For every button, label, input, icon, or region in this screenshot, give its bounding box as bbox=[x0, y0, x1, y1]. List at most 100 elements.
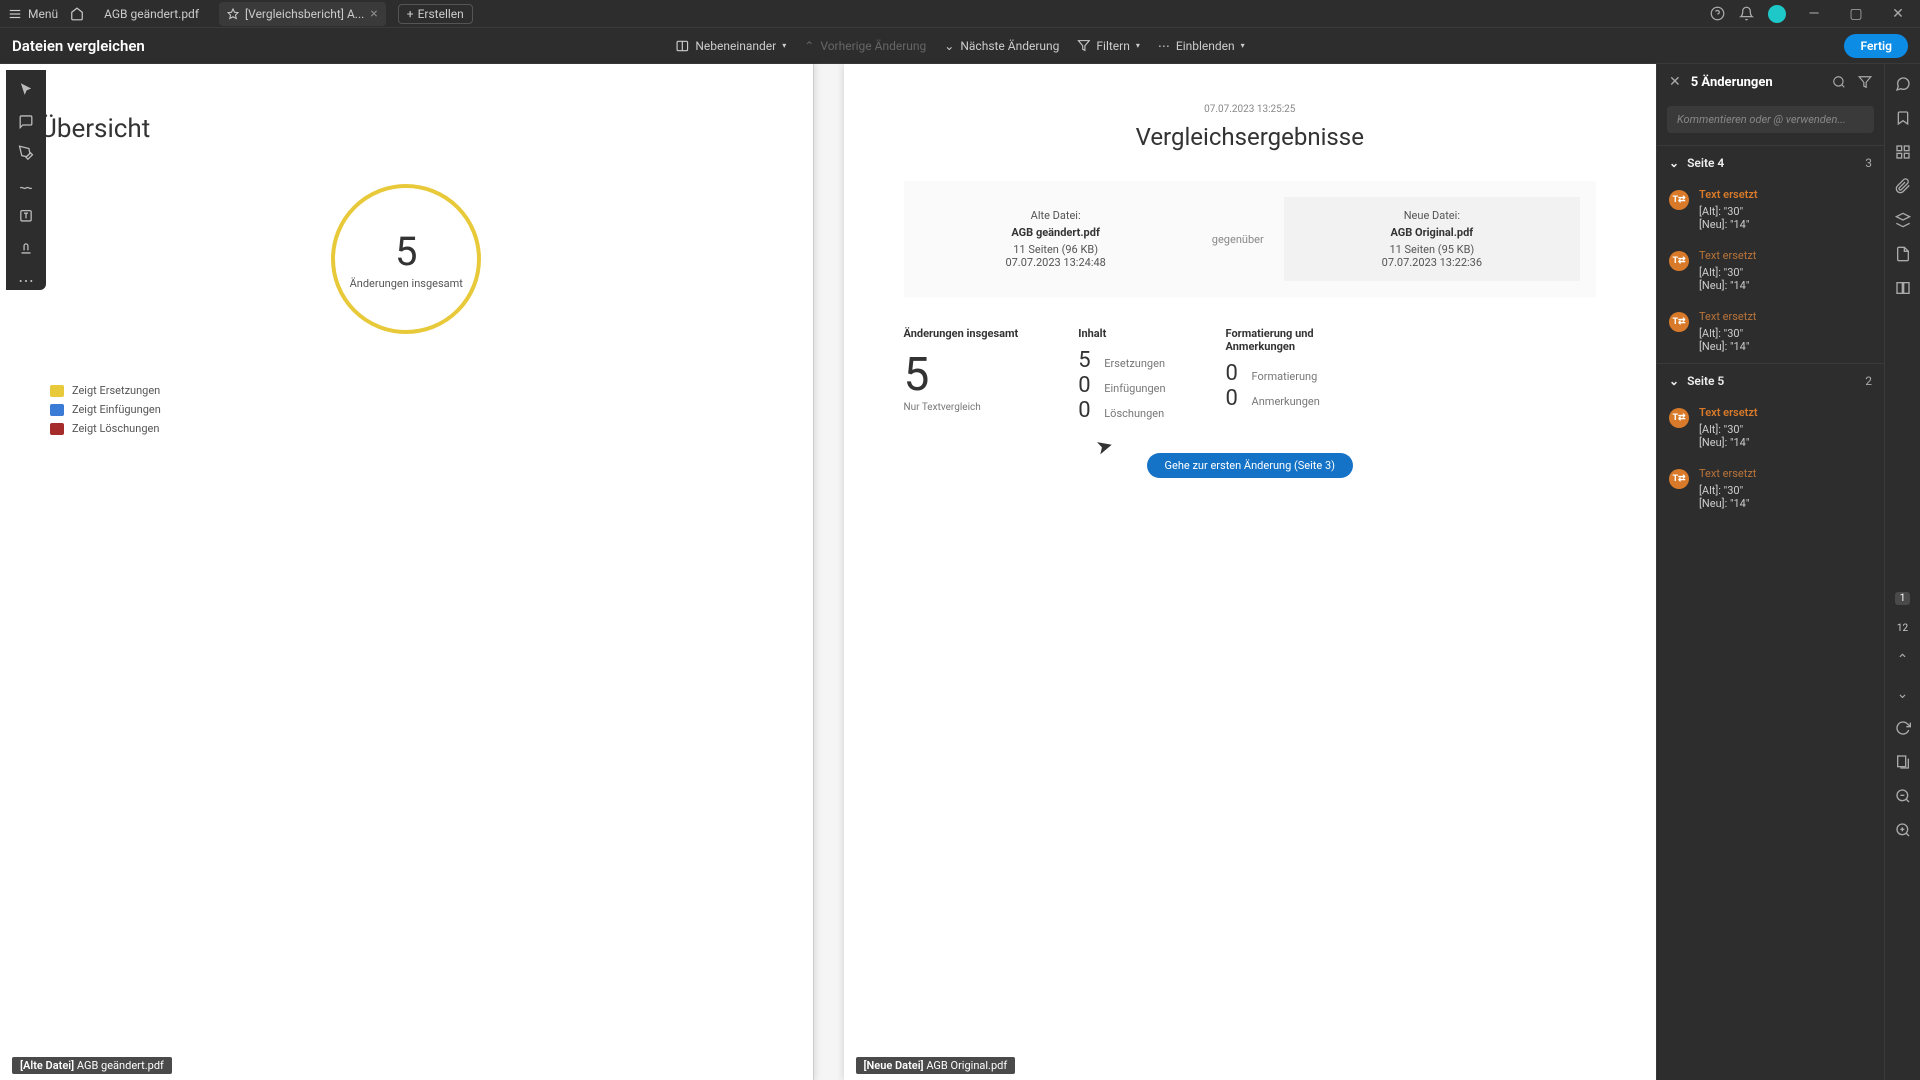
stamp-icon[interactable] bbox=[17, 240, 35, 256]
replace-icon: T⇄ bbox=[1669, 190, 1689, 210]
change-title: Text ersetzt bbox=[1699, 467, 1756, 480]
page-total-label: 12 bbox=[1897, 623, 1908, 634]
pages-icon[interactable] bbox=[1895, 754, 1911, 770]
close-window-button[interactable]: ✕ bbox=[1884, 6, 1912, 22]
page-label: Seite 5 bbox=[1687, 374, 1724, 388]
comment-icon[interactable] bbox=[17, 114, 35, 130]
create-label: Erstellen bbox=[418, 7, 464, 21]
replace-icon: T⇄ bbox=[1669, 408, 1689, 428]
old-document-pane[interactable]: Übersicht 5 Änderungen insgesamt Zeigt E… bbox=[0, 64, 814, 1080]
chevron-down-icon: ▾ bbox=[782, 41, 786, 50]
change-title: Text ersetzt bbox=[1699, 406, 1758, 419]
document-icon[interactable] bbox=[1895, 246, 1911, 262]
compare-icon[interactable] bbox=[1895, 280, 1911, 296]
filter-icon[interactable] bbox=[1858, 75, 1872, 89]
layers-icon[interactable] bbox=[1895, 212, 1911, 228]
grid-icon[interactable] bbox=[1895, 144, 1911, 160]
page-group: ⌄ Seite 4 3 T⇄ Text ersetzt [Alt]: "30" … bbox=[1657, 145, 1884, 363]
cursor-icon[interactable] bbox=[17, 82, 35, 98]
change-old-value: [Alt]: "30" bbox=[1699, 266, 1756, 279]
star-icon bbox=[227, 8, 239, 20]
chevron-down-icon: ⌄ bbox=[1669, 374, 1679, 388]
close-panel-icon[interactable]: ✕ bbox=[1669, 74, 1681, 90]
change-item[interactable]: T⇄ Text ersetzt [Alt]: "30" [Neu]: "14" bbox=[1657, 241, 1884, 302]
zoom-out-icon[interactable] bbox=[1895, 788, 1911, 804]
avatar[interactable] bbox=[1768, 5, 1786, 23]
tab-doc-1[interactable]: AGB geändert.pdf bbox=[96, 3, 207, 25]
legend-swatch-insert bbox=[50, 404, 64, 416]
side-by-side-toggle[interactable]: Nebeneinander ▾ bbox=[675, 39, 786, 53]
change-item[interactable]: T⇄ Text ersetzt [Alt]: "30" [Neu]: "14" bbox=[1657, 459, 1884, 520]
total-changes-number: 5 bbox=[395, 228, 417, 275]
change-new-value: [Neu]: "14" bbox=[1699, 340, 1756, 353]
change-item[interactable]: T⇄ Text ersetzt [Alt]: "30" [Neu]: "14" bbox=[1657, 180, 1884, 241]
zoom-in-icon[interactable] bbox=[1895, 822, 1911, 838]
minimize-button[interactable]: — bbox=[1800, 6, 1828, 22]
new-file-badge: [Neue Datei] AGB Original.pdf bbox=[856, 1057, 1016, 1074]
tab-label: AGB geändert.pdf bbox=[104, 7, 199, 21]
maximize-button[interactable]: ▢ bbox=[1842, 6, 1870, 22]
change-item[interactable]: T⇄ Text ersetzt [Alt]: "30" [Neu]: "14" bbox=[1657, 302, 1884, 363]
new-document-pane[interactable]: 07.07.2023 13:25:25 Vergleichsergebnisse… bbox=[844, 64, 1657, 1080]
prev-change-button[interactable]: ⌃ Vorherige Änderung bbox=[804, 39, 926, 53]
help-icon[interactable] bbox=[1710, 6, 1725, 21]
more-icon: ⋯ bbox=[1158, 39, 1170, 53]
home-icon[interactable] bbox=[70, 7, 84, 21]
total-changes-label: Änderungen insgesamt bbox=[350, 277, 463, 290]
page-label: Seite 4 bbox=[1687, 156, 1724, 170]
more-tools-icon[interactable]: ⋯ bbox=[18, 271, 34, 290]
changes-panel: ✕ 5 Änderungen ⌄ Seite 4 3 T⇄ Text erset… bbox=[1656, 64, 1884, 1080]
panel-title: 5 Änderungen bbox=[1691, 75, 1822, 90]
page-group-header[interactable]: ⌄ Seite 5 2 bbox=[1657, 364, 1884, 398]
close-icon[interactable]: × bbox=[370, 6, 377, 22]
create-button[interactable]: + Erstellen bbox=[398, 4, 473, 24]
menu-button[interactable]: Menü bbox=[8, 7, 58, 21]
page-change-count: 3 bbox=[1865, 156, 1872, 170]
change-old-value: [Alt]: "30" bbox=[1699, 205, 1758, 218]
next-change-button[interactable]: ⌄ Nächste Änderung bbox=[944, 39, 1059, 53]
legend: Zeigt Ersetzungen Zeigt Einfügungen Zeig… bbox=[50, 384, 773, 435]
old-file-badge: [Alte Datei] AGB geändert.pdf bbox=[12, 1057, 172, 1074]
change-title: Text ersetzt bbox=[1699, 310, 1756, 323]
replace-icon: T⇄ bbox=[1669, 312, 1689, 332]
comment-input[interactable] bbox=[1667, 106, 1874, 133]
change-old-value: [Alt]: "30" bbox=[1699, 484, 1756, 497]
tab-label: [Vergleichsbericht] A... bbox=[245, 7, 364, 21]
text-icon[interactable] bbox=[17, 208, 35, 224]
annotations-icon[interactable] bbox=[1895, 76, 1911, 92]
legend-swatch-delete bbox=[50, 423, 64, 435]
goto-first-change-button[interactable]: Gehe zur ersten Änderung (Seite 3) bbox=[1147, 453, 1353, 478]
change-new-value: [Neu]: "14" bbox=[1699, 436, 1758, 449]
done-button[interactable]: Fertig bbox=[1844, 34, 1908, 58]
page-group: ⌄ Seite 5 2 T⇄ Text ersetzt [Alt]: "30" … bbox=[1657, 363, 1884, 520]
chevron-up-icon[interactable]: ⌃ bbox=[1897, 652, 1909, 668]
highlight-icon[interactable] bbox=[17, 145, 35, 161]
change-new-value: [Neu]: "14" bbox=[1699, 218, 1758, 231]
change-title: Text ersetzt bbox=[1699, 188, 1758, 201]
change-new-value: [Neu]: "14" bbox=[1699, 279, 1756, 292]
attachment-icon[interactable] bbox=[1895, 178, 1911, 194]
plus-icon: + bbox=[407, 7, 414, 21]
replace-icon: T⇄ bbox=[1669, 469, 1689, 489]
chevron-down-icon: ⌄ bbox=[1669, 156, 1679, 170]
search-icon[interactable] bbox=[1832, 75, 1846, 89]
page-group-header[interactable]: ⌄ Seite 4 3 bbox=[1657, 146, 1884, 180]
tab-doc-2[interactable]: [Vergleichsbericht] A... × bbox=[219, 2, 386, 26]
rotate-icon[interactable] bbox=[1895, 720, 1911, 736]
filter-icon bbox=[1077, 39, 1090, 52]
page-current-badge[interactable]: 1 bbox=[1895, 592, 1911, 605]
columns-icon bbox=[675, 39, 689, 53]
filter-button[interactable]: Filtern ▾ bbox=[1077, 39, 1139, 53]
change-item[interactable]: T⇄ Text ersetzt [Alt]: "30" [Neu]: "14" bbox=[1657, 398, 1884, 459]
change-title: Text ersetzt bbox=[1699, 249, 1756, 262]
total-changes-chart: 5 Änderungen insgesamt bbox=[331, 184, 481, 334]
chevron-down-icon[interactable]: ⌄ bbox=[1897, 686, 1909, 702]
bell-icon[interactable] bbox=[1739, 6, 1754, 21]
chevron-down-icon: ▾ bbox=[1136, 41, 1140, 50]
bookmark-icon[interactable] bbox=[1895, 110, 1911, 126]
left-tool-rail: ⋯ bbox=[6, 70, 46, 290]
show-button[interactable]: ⋯ Einblenden ▾ bbox=[1158, 39, 1245, 53]
replace-icon: T⇄ bbox=[1669, 251, 1689, 271]
draw-icon[interactable] bbox=[17, 177, 35, 193]
chevron-down-icon: ▾ bbox=[1241, 41, 1245, 50]
